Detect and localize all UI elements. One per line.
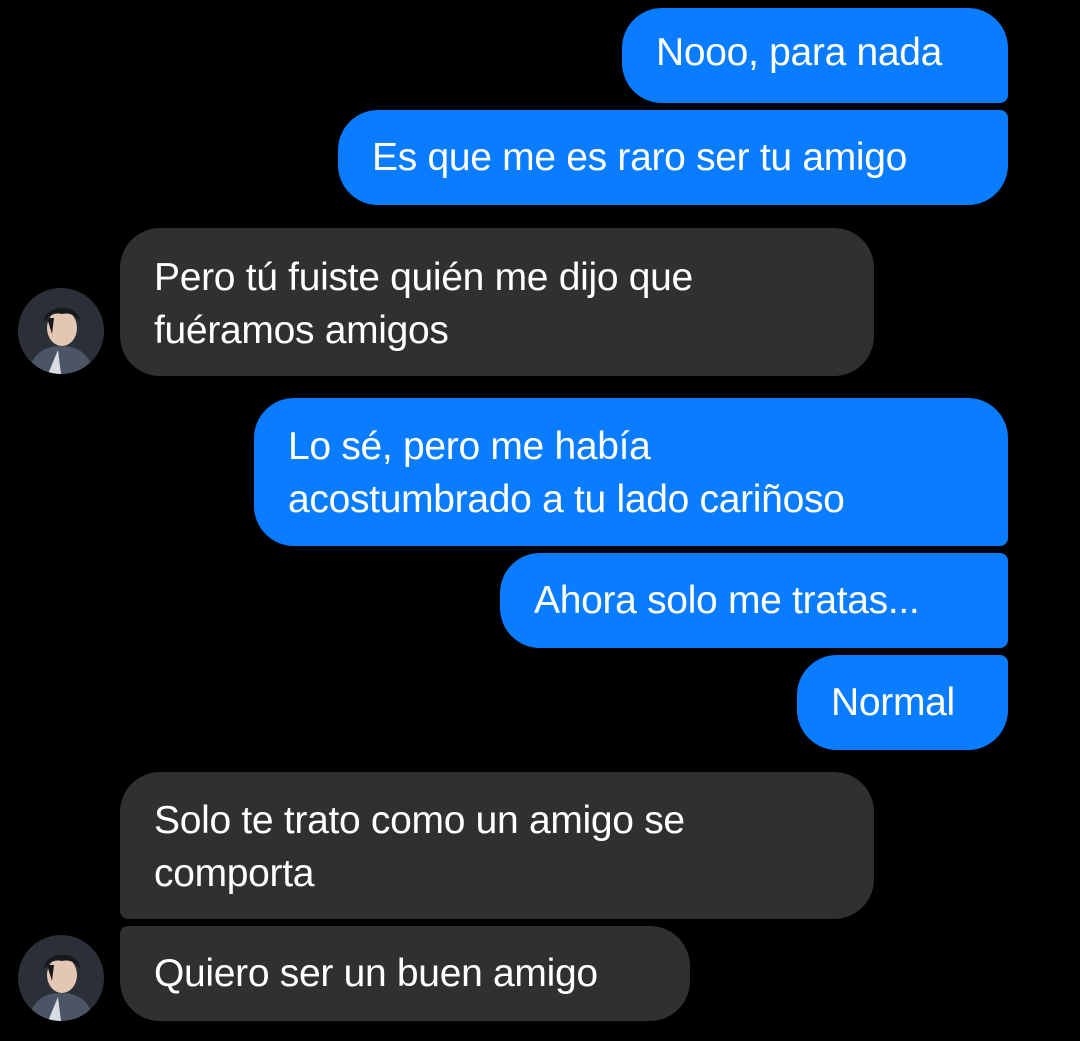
message-text: Solo te trato como un amigo se xyxy=(154,799,685,842)
message-bubble-outgoing[interactable]: Es que me es raro ser tu amigo xyxy=(338,110,1008,205)
message-text: Lo sé, pero me había xyxy=(288,425,651,468)
message-text: Normal xyxy=(831,681,955,724)
contact-avatar-photo-icon xyxy=(18,288,104,374)
message-text: Quiero ser un buen amigo xyxy=(154,952,598,995)
message-text: comporta xyxy=(154,852,315,895)
contact-avatar[interactable] xyxy=(18,935,104,1021)
contact-avatar[interactable] xyxy=(18,288,104,374)
message-text: Es que me es raro ser tu amigo xyxy=(372,136,908,179)
message-bubble-outgoing[interactable]: Lo sé, pero me había acostumbrado a tu l… xyxy=(254,398,1008,546)
message-bubble-incoming[interactable]: Pero tú fuiste quién me dijo que fuéramo… xyxy=(120,228,874,376)
message-bubble-outgoing[interactable]: Nooo, para nada xyxy=(622,8,1008,103)
message-bubble-incoming[interactable]: Solo te trato como un amigo se comporta xyxy=(120,772,874,919)
message-bubble-outgoing[interactable]: Ahora solo me tratas... xyxy=(500,553,1008,648)
message-text: Pero tú fuiste quién me dijo que xyxy=(154,256,693,299)
message-text: acostumbrado a tu lado cariñoso xyxy=(288,478,845,521)
message-text: fuéramos amigos xyxy=(154,309,449,352)
message-bubble-outgoing[interactable]: Normal xyxy=(797,655,1008,750)
message-bubble-incoming[interactable]: Quiero ser un buen amigo xyxy=(120,926,690,1021)
chat-thread: Nooo, para nada Es que me es raro ser tu… xyxy=(0,0,1080,1041)
message-text: Ahora solo me tratas... xyxy=(534,579,920,622)
message-text: Nooo, para nada xyxy=(656,31,943,74)
contact-avatar-photo-icon xyxy=(18,935,104,1021)
